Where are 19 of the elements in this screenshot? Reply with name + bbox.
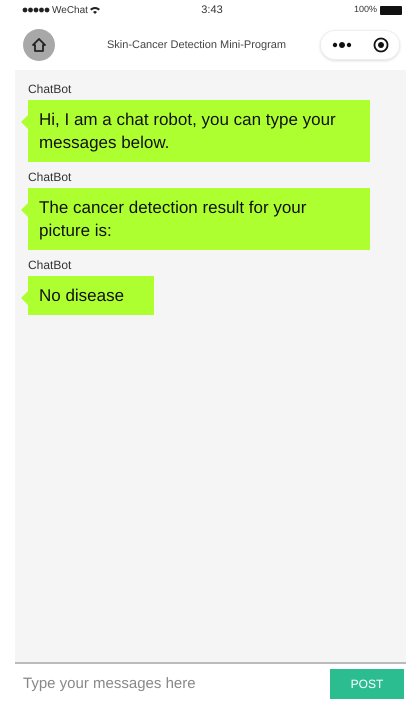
page-title: Skin-Cancer Detection Mini-Program (106, 38, 288, 53)
message-text: No disease (39, 286, 124, 305)
message-input[interactable]: Type your messages here (23, 672, 330, 696)
post-button[interactable]: POST (330, 669, 404, 699)
home-icon (32, 38, 46, 52)
sender-name: ChatBot (28, 81, 72, 98)
wifi-icon (90, 6, 100, 14)
carrier-name: WeChat (52, 4, 88, 18)
more-icon[interactable] (332, 42, 352, 48)
battery-icon (380, 6, 402, 14)
clock-time: 3:43 (201, 2, 223, 18)
battery-percentage: 100% (354, 3, 377, 16)
message-text: The cancer detection result for your picture is: (39, 198, 306, 240)
close-target-icon[interactable] (372, 37, 388, 53)
sender-name: ChatBot (28, 257, 72, 274)
signal-icon (22, 7, 50, 13)
home-button[interactable] (23, 29, 55, 61)
message-text: Hi, I am a chat robot, you can type your messages below. (39, 110, 336, 152)
sender-name: ChatBot (28, 169, 72, 186)
